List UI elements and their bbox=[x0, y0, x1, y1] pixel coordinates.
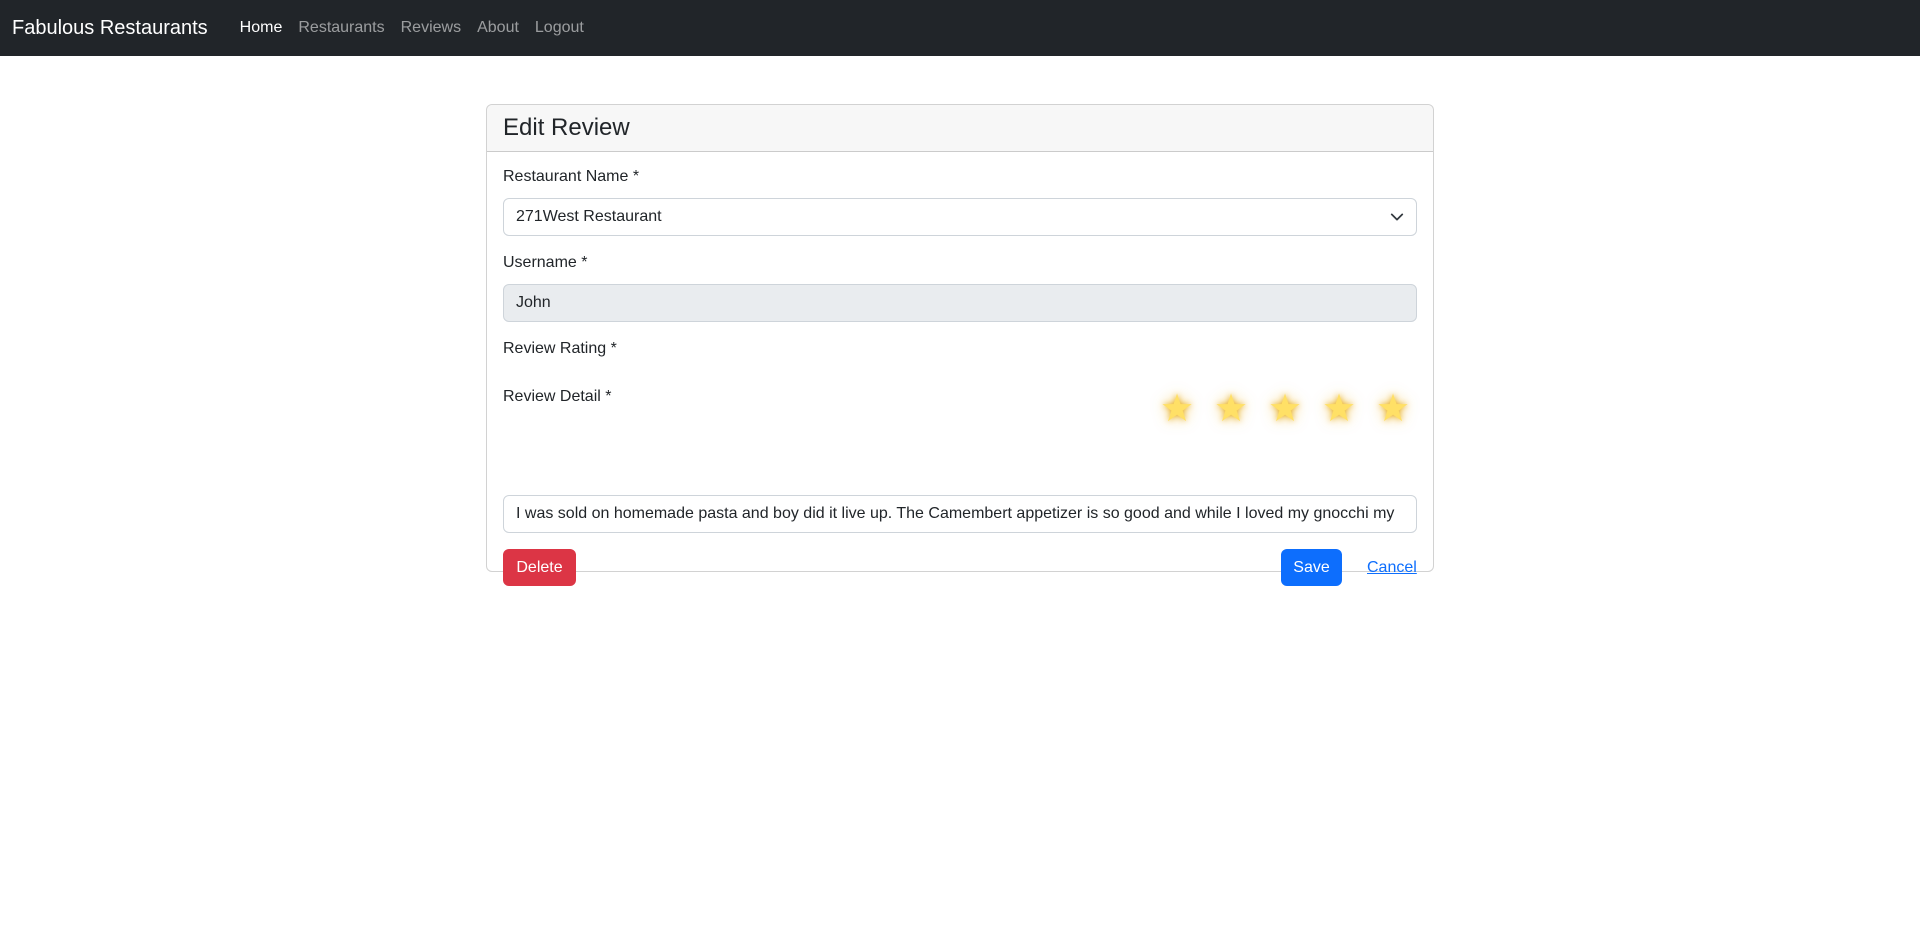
nav-link-restaurants[interactable]: Restaurants bbox=[290, 11, 392, 45]
star-icon[interactable]: ★ bbox=[1373, 390, 1413, 428]
cancel-link[interactable]: Cancel bbox=[1355, 549, 1429, 586]
star-icon[interactable]: ★ bbox=[1265, 390, 1305, 428]
username-field[interactable]: John bbox=[503, 284, 1417, 322]
nav-link-reviews[interactable]: Reviews bbox=[393, 11, 469, 45]
restaurant-select-value: 271West Restaurant bbox=[516, 208, 662, 225]
star-icon[interactable]: ★ bbox=[1319, 390, 1359, 428]
username-label: Username * bbox=[503, 254, 588, 271]
nav-link-home[interactable]: Home bbox=[232, 11, 291, 45]
brand-link[interactable]: Fabulous Restaurants bbox=[12, 17, 208, 40]
review-detail-input[interactable]: I was sold on homemade pasta and boy did… bbox=[503, 495, 1417, 533]
delete-button[interactable]: Delete bbox=[503, 549, 576, 586]
page-title: Edit Review bbox=[503, 114, 630, 141]
restaurant-name-label: Restaurant Name * bbox=[503, 168, 640, 185]
edit-review-card: Edit Review Restaurant Name * 271West Re… bbox=[486, 104, 1434, 586]
chevron-down-icon bbox=[1390, 213, 1404, 221]
top-navbar: Fabulous Restaurants Home Restaurants Re… bbox=[0, 0, 1920, 56]
save-button[interactable]: Save bbox=[1281, 549, 1342, 586]
review-detail-value: I was sold on homemade pasta and boy did… bbox=[516, 505, 1395, 522]
card-header: Edit Review bbox=[487, 105, 1433, 152]
review-detail-label: Review Detail * bbox=[503, 388, 612, 405]
review-rating-label: Review Rating * bbox=[503, 340, 617, 357]
username-value: John bbox=[516, 294, 551, 311]
nav-link-about[interactable]: About bbox=[469, 11, 527, 45]
star-rating: ★ ★ ★ ★ ★ bbox=[1157, 390, 1413, 428]
star-icon[interactable]: ★ bbox=[1211, 390, 1251, 428]
restaurant-select[interactable]: 271West Restaurant bbox=[503, 198, 1417, 236]
nav-link-logout[interactable]: Logout bbox=[527, 11, 592, 45]
star-icon[interactable]: ★ bbox=[1157, 390, 1197, 428]
nav-links: Home Restaurants Reviews About Logout bbox=[232, 11, 592, 45]
